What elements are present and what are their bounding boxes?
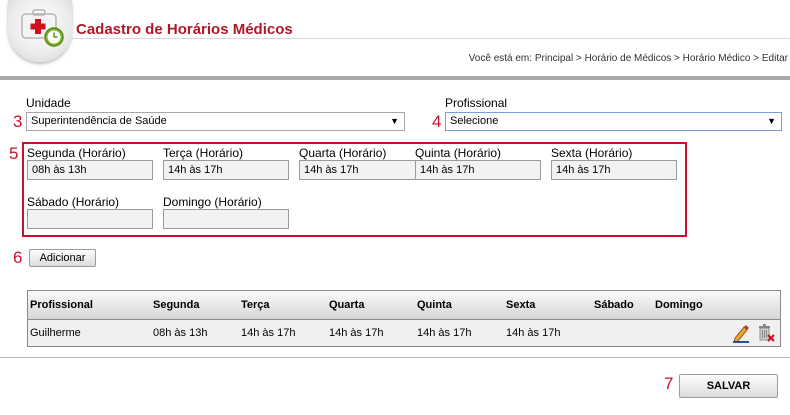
domingo-input[interactable] <box>163 209 289 229</box>
quinta-input[interactable]: 14h às 17h <box>415 160 541 180</box>
unidade-select-value: Superintendência de Saúde <box>31 115 167 127</box>
medical-kit-clock-icon <box>21 9 64 47</box>
breadcrumb: Você está em: Principal > Horário de Méd… <box>468 53 788 64</box>
column-header-sexta: Sexta <box>506 299 536 311</box>
cell-quinta: 14h às 17h <box>417 327 472 339</box>
sexta-label: Sexta (Horário) <box>551 146 633 160</box>
sexta-input[interactable]: 14h às 17h <box>551 160 677 180</box>
footer-divider <box>0 357 790 358</box>
table-row: Guilherme 08h às 13h 14h às 17h 14h às 1… <box>28 320 780 346</box>
column-header-quinta: Quinta <box>417 299 452 311</box>
segunda-input[interactable]: 08h às 13h <box>27 160 153 180</box>
save-button[interactable]: SALVAR <box>679 374 778 398</box>
unidade-select[interactable]: Superintendência de Saúde ▼ <box>26 112 405 131</box>
edit-pencil-icon[interactable] <box>732 323 750 343</box>
column-header-quarta: Quarta <box>329 299 365 311</box>
profissional-select-value: Selecione <box>450 115 499 127</box>
domingo-label: Domingo (Horário) <box>163 195 262 209</box>
add-button[interactable]: Adicionar <box>29 249 96 267</box>
terca-label: Terça (Horário) <box>163 146 244 160</box>
cell-sexta: 14h às 17h <box>506 327 561 339</box>
column-header-segunda: Segunda <box>153 299 200 311</box>
step-marker-4: 4 <box>432 112 442 131</box>
profissional-label: Profissional <box>445 96 508 110</box>
segunda-label: Segunda (Horário) <box>27 146 126 160</box>
quinta-label: Quinta (Horário) <box>415 146 502 160</box>
section-divider <box>0 76 790 80</box>
cell-profissional: Guilherme <box>30 327 81 339</box>
delete-trash-icon[interactable] <box>756 322 776 344</box>
header-divider <box>72 38 790 39</box>
step-marker-3: 3 <box>13 112 23 131</box>
column-header-terca: Terça <box>241 299 270 311</box>
dropdown-arrow-icon: ▼ <box>767 116 776 126</box>
table-header: Profissional Segunda Terça Quarta Quinta… <box>28 291 780 320</box>
terca-input[interactable]: 14h às 17h <box>163 160 289 180</box>
quarta-input[interactable]: 14h às 17h <box>299 160 425 180</box>
column-header-domingo: Domingo <box>655 299 703 311</box>
page-title: Cadastro de Horários Médicos <box>76 21 293 38</box>
sabado-input[interactable] <box>27 209 153 229</box>
step-marker-6: 6 <box>13 248 23 267</box>
cell-segunda: 08h às 13h <box>153 327 208 339</box>
schedule-table: Profissional Segunda Terça Quarta Quinta… <box>27 290 781 347</box>
profissional-select[interactable]: Selecione ▼ <box>445 112 782 131</box>
cell-quarta: 14h às 17h <box>329 327 384 339</box>
step-marker-5: 5 <box>9 144 19 163</box>
column-header-profissional: Profissional <box>30 299 93 311</box>
cell-terca: 14h às 17h <box>241 327 296 339</box>
step-marker-7: 7 <box>664 374 674 393</box>
sabado-label: Sábado (Horário) <box>27 195 120 209</box>
dropdown-arrow-icon: ▼ <box>390 116 399 126</box>
column-header-sabado: Sábado <box>594 299 634 311</box>
unidade-label: Unidade <box>26 96 71 110</box>
app-logo <box>8 0 72 62</box>
quarta-label: Quarta (Horário) <box>299 146 387 160</box>
